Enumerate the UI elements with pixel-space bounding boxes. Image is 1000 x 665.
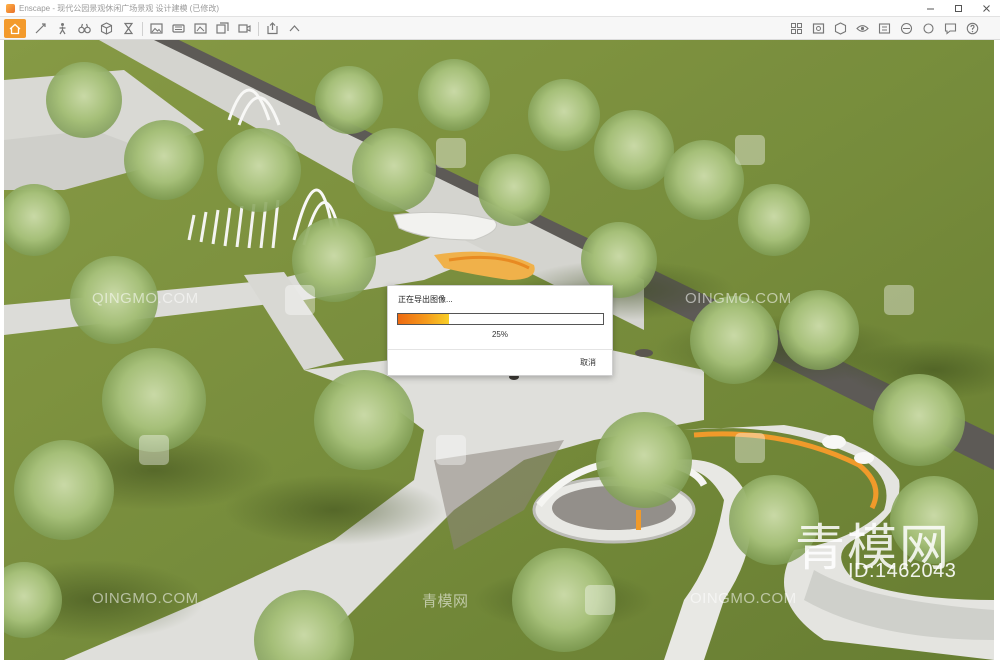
dialog-divider (388, 349, 612, 350)
binoculars-icon[interactable] (76, 21, 92, 37)
feedback-icon[interactable] (942, 21, 958, 37)
cube-icon[interactable] (98, 21, 114, 37)
watermark-logo-icon (585, 585, 615, 615)
maximize-icon (954, 5, 962, 12)
watermark-logo-icon (436, 435, 466, 465)
visual-settings-icon[interactable] (832, 21, 848, 37)
screenshot-icon[interactable] (192, 21, 208, 37)
title-bar: Enscape - 现代公园景观休闲广场景观 设计建模 (已修改) (0, 0, 1000, 17)
progress-bar-fill (398, 314, 450, 324)
watermark-id-text: ID:1462043 (848, 560, 957, 582)
watermark-logo-icon (735, 135, 765, 165)
watermark-logo-text: 青模网 (422, 593, 469, 610)
eye-icon[interactable] (854, 21, 870, 37)
cancel-button[interactable]: 取消 (580, 357, 596, 368)
info-icon[interactable] (876, 21, 892, 37)
walk-icon[interactable] (54, 21, 70, 37)
watermark-logo-icon (139, 435, 169, 465)
watermark-logo-icon (285, 285, 315, 315)
panorama-icon[interactable] (170, 21, 186, 37)
watermark-site-text: OINGMO.COM (92, 590, 199, 607)
watermark-site-text: OINGMO.COM (685, 290, 792, 307)
minimize-icon (926, 8, 934, 10)
home-button[interactable] (4, 19, 26, 38)
enscape-logo-icon (6, 3, 15, 13)
watermark-site-text: QINGMO.COM (92, 290, 199, 307)
progress-percent-label: 25% (491, 330, 508, 339)
video-icon[interactable] (236, 21, 252, 37)
toolbar-left-group (32, 20, 308, 37)
hourglass-icon[interactable] (120, 21, 136, 37)
home-icon (9, 23, 21, 34)
export-icon[interactable] (264, 21, 280, 37)
settings-icon[interactable] (810, 21, 826, 37)
toolbar-separator (258, 21, 259, 36)
toolbar-right-group (788, 20, 986, 37)
watermark-logo-icon (735, 433, 765, 463)
close-button[interactable] (972, 0, 1000, 17)
watermark-logo-icon (436, 138, 466, 168)
batch-render-icon[interactable] (214, 21, 230, 37)
sync-icon[interactable] (920, 21, 936, 37)
image-icon[interactable] (148, 21, 164, 37)
watermark-logo-icon (884, 285, 914, 315)
window-controls (916, 0, 1000, 17)
toolbar (0, 17, 1000, 55)
asset-library-icon[interactable] (788, 21, 804, 37)
question-icon[interactable] (964, 21, 980, 37)
toolbar-separator (142, 21, 143, 36)
window-title: Enscape - 现代公园景观休闲广场景观 设计建模 (已修改) (19, 3, 220, 13)
export-progress-dialog: 正在导出图像... 25% 取消 (387, 285, 613, 376)
capture-icon[interactable] (32, 21, 48, 37)
minimize-button[interactable] (916, 0, 944, 17)
maximize-button[interactable] (944, 0, 972, 17)
help-icon[interactable] (898, 21, 914, 37)
progress-bar (397, 313, 604, 325)
upload-icon[interactable] (286, 21, 302, 37)
watermark-site-text: OINGMO.COM (690, 590, 797, 607)
close-icon (982, 5, 990, 12)
dialog-title: 正在导出图像... (398, 295, 453, 304)
